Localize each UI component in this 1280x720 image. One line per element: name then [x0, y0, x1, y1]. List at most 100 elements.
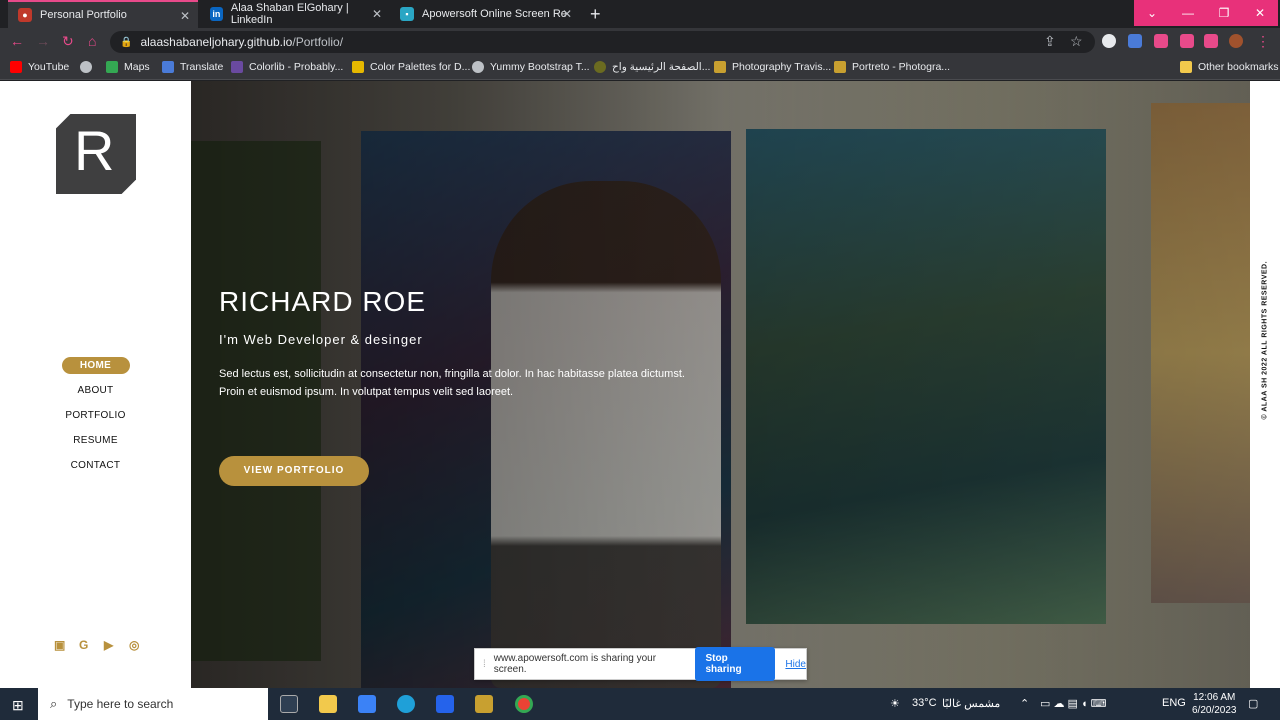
social-links: ▣ G ▶ ◎	[54, 639, 141, 651]
language-indicator[interactable]: ENG	[1162, 697, 1186, 709]
site-icon	[594, 61, 606, 73]
edge-icon[interactable]	[397, 695, 415, 713]
google-icon[interactable]: G	[79, 639, 91, 651]
reload-icon[interactable]: ↻	[62, 33, 74, 50]
translate-icon	[162, 61, 174, 73]
bookmark-label: Other bookmarks	[1198, 61, 1279, 73]
folder-icon	[1180, 61, 1192, 73]
maximize-icon[interactable]: ❐	[1206, 0, 1242, 26]
avatar[interactable]	[1229, 34, 1243, 48]
notification-icon[interactable]: ▢	[1248, 697, 1258, 710]
tab-label: Personal Portfolio	[40, 9, 127, 21]
search-icon: ⌕	[50, 696, 58, 711]
close-icon[interactable]: ✕	[372, 7, 382, 21]
bookmark-label: Translate	[180, 61, 224, 73]
menu-item-contact[interactable]: CONTACT	[62, 457, 130, 474]
url-input[interactable]: 🔒 alaashabaneljohary.github.io /Portfoli…	[110, 31, 1095, 53]
bookmark-portreto[interactable]: Portreto - Photogra...	[834, 61, 950, 73]
store-icon[interactable]	[358, 695, 376, 713]
colorlib-icon	[231, 61, 243, 73]
address-bar: ← → ↻ ⌂ 🔒 alaashabaneljohary.github.io /…	[0, 28, 1280, 56]
menu-dots-icon[interactable]: ⋮	[1256, 33, 1270, 50]
file-explorer-icon[interactable]	[319, 695, 337, 713]
hero-section: RICHARD ROE I'm Web Developer & desinger…	[191, 81, 1250, 688]
star-icon[interactable]: ☆	[1070, 33, 1083, 50]
weather-description: مشمس غالبًا	[942, 698, 1001, 710]
taskbar-search-input[interactable]: ⌕ Type here to search	[38, 688, 268, 720]
minimize-icon[interactable]: —	[1170, 0, 1206, 26]
page-viewport: R HOME ABOUT PORTFOLIO RESUME CONTACT ▣ …	[0, 81, 1280, 688]
menu-item-resume[interactable]: RESUME	[62, 432, 130, 449]
site-icon	[714, 61, 726, 73]
site-logo[interactable]: R	[56, 114, 136, 194]
clock[interactable]: 12:06 AM 6/20/2023	[1192, 691, 1237, 717]
media-player-icon[interactable]	[475, 695, 493, 713]
bookmark-photography[interactable]: Photography Travis...	[714, 61, 831, 73]
close-icon[interactable]: ✕	[180, 9, 190, 23]
puzzle-icon[interactable]	[1154, 34, 1168, 48]
share-icon[interactable]: ⇪	[1044, 33, 1056, 50]
menu-item-home[interactable]: HOME	[61, 357, 130, 374]
new-tab-icon[interactable]: +	[590, 4, 601, 25]
hero-description-line: Sed lectus est, sollicitudin at consecte…	[219, 368, 685, 380]
chevron-down-icon[interactable]: ⌄	[1134, 0, 1170, 26]
hero-title: RICHARD ROE	[219, 286, 427, 317]
tab-linkedin[interactable]: in Alaa Shaban ElGohary | LinkedIn ✕	[200, 0, 390, 28]
bookmark-label: Maps	[124, 61, 150, 73]
globe-icon	[80, 61, 92, 73]
close-window-icon[interactable]: ✕	[1242, 0, 1278, 26]
search-placeholder: Type here to search	[67, 697, 174, 711]
tab-apowersoft[interactable]: ▪ Apowersoft Online Screen Re ✕	[390, 0, 580, 28]
bookmark-other[interactable]: Other bookmarks	[1180, 61, 1279, 73]
back-icon[interactable]: ←	[10, 33, 24, 49]
lock-icon: 🔒	[120, 36, 133, 48]
maps-icon	[106, 61, 118, 73]
bookmark-globe[interactable]	[80, 61, 98, 73]
bookmark-translate[interactable]: Translate	[162, 61, 223, 73]
drag-handle-icon[interactable]: ⁞	[483, 659, 486, 670]
system-tray-icons[interactable]: ▭ ☁ ▤ ◖ ⌨	[1040, 697, 1107, 710]
windows-start-icon[interactable]: ⊞	[12, 697, 24, 714]
close-icon[interactable]: ✕	[562, 7, 572, 21]
sidebar-menu: HOME ABOUT PORTFOLIO RESUME CONTACT	[0, 357, 191, 482]
menu-item-portfolio[interactable]: PORTFOLIO	[62, 407, 130, 424]
forward-icon[interactable]: →	[36, 33, 50, 49]
instagram-icon[interactable]: ◎	[129, 639, 141, 651]
translate-extension-icon[interactable]	[1128, 34, 1142, 48]
task-view-icon[interactable]	[280, 695, 298, 713]
home-icon[interactable]: ⌂	[88, 33, 96, 49]
extension-icon[interactable]	[1102, 34, 1116, 48]
weather-temperature: 33°C	[912, 697, 937, 709]
url-host: alaashabaneljohary.github.io	[140, 35, 293, 49]
bookmark-yummy[interactable]: Yummy Bootstrap T...	[472, 61, 590, 73]
clock-time: 12:06 AM	[1193, 692, 1236, 703]
chrome-icon[interactable]	[515, 695, 533, 713]
download-icon[interactable]	[1180, 34, 1194, 48]
hide-link[interactable]: Hide	[785, 659, 806, 670]
twitter-icon[interactable]: ▣	[54, 639, 66, 651]
menu-item-about[interactable]: ABOUT	[62, 382, 130, 399]
bookmark-label: Color Palettes for D...	[370, 61, 471, 73]
bookmark-color-palettes[interactable]: Color Palettes for D...	[352, 61, 470, 73]
tab-personal-portfolio[interactable]: ● Personal Portfolio ✕	[8, 0, 198, 28]
taskbar: ⊞ ⌕ Type here to search ☀ 33°C مشمس غالب…	[0, 688, 1280, 720]
view-portfolio-button[interactable]: VIEW PORTFOLIO	[219, 456, 369, 486]
hero-subtitle: I'm Web Developer & desinger	[219, 332, 423, 347]
bookmark-label: Portreto - Photogra...	[852, 61, 951, 73]
bookmark-youtube[interactable]: YouTube	[10, 61, 69, 73]
hero-description-line: Proin et euismod ipsum. In volutpat temp…	[219, 386, 514, 398]
mail-icon[interactable]	[436, 695, 454, 713]
youtube-icon[interactable]: ▶	[104, 639, 116, 651]
share-message: www.apowersoft.com is sharing your scree…	[493, 653, 657, 675]
bookmark-label: Yummy Bootstrap T...	[490, 61, 590, 73]
bookmark-arabic[interactable]: الصفحة الرئيسية واح...	[594, 61, 710, 73]
bookmark-colorlib[interactable]: Colorlib - Probably...	[231, 61, 343, 73]
browser-tab-bar: ● Personal Portfolio ✕ in Alaa Shaban El…	[0, 0, 1280, 28]
weather-icon[interactable]: ☀	[890, 697, 900, 710]
bookmark-label: الصفحة الرئيسية واح...	[612, 61, 711, 73]
chevron-up-icon[interactable]: ⌃	[1020, 697, 1029, 710]
bookmark-maps[interactable]: Maps	[106, 61, 150, 73]
linkedin-icon: in	[210, 7, 223, 21]
stop-sharing-button[interactable]: Stop sharing	[694, 647, 776, 681]
sidepanel-icon[interactable]	[1204, 34, 1218, 48]
